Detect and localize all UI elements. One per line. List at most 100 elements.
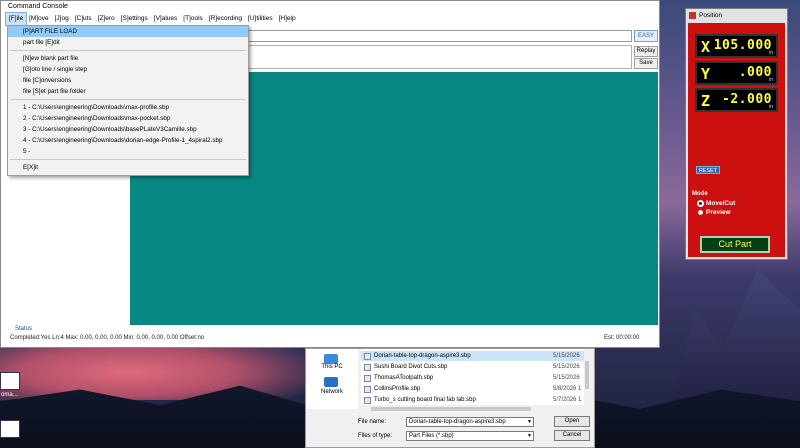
- dialog-nav-pane: This PC Network: [306, 349, 358, 409]
- file-icon: [364, 364, 371, 371]
- axis-unit: in: [769, 50, 773, 56]
- desktop-file-icon-2[interactable]: [0, 420, 20, 438]
- axis-label: X: [701, 38, 711, 56]
- file-name: Turbo_s cutting board final fab lab.sbp: [374, 397, 476, 403]
- file-list-hscroll[interactable]: [361, 406, 589, 412]
- mode-label: Mode: [692, 191, 708, 197]
- file-row[interactable]: Dorian-table-top-dragon-aspire3.sbp 5/15…: [361, 351, 589, 361]
- menu-tools[interactable]: [T]ools: [180, 13, 206, 25]
- menu-item-recent-4[interactable]: 4 - C:\Users\engineering\Downloads\doria…: [8, 135, 248, 146]
- menu-zero[interactable]: [Z]ero: [95, 13, 118, 25]
- file-icon: [364, 386, 371, 393]
- axis-label: Z: [701, 92, 711, 110]
- menu-file[interactable]: [F]ile: [4, 12, 28, 26]
- axis-value: .000: [738, 65, 772, 80]
- file-name-label: File name:: [358, 419, 387, 425]
- menu-item-file-conversions[interactable]: file [C]onversions: [8, 75, 248, 86]
- position-window: Position X 105.000 in Y .000 in Z -2.000…: [685, 8, 788, 260]
- replay-button[interactable]: Replay: [634, 46, 658, 57]
- easy-button[interactable]: EASY: [634, 30, 658, 42]
- menu-item-recent-5[interactable]: 5 -: [8, 146, 248, 157]
- mode-radio-preview[interactable]: Preview: [698, 209, 731, 216]
- file-icon: [364, 353, 371, 360]
- chevron-down-icon[interactable]: ▼: [527, 418, 532, 426]
- menu-values[interactable]: [V]alues: [151, 13, 181, 25]
- file-row[interactable]: ThomasAToolpath.sbp 5/15/2026: [361, 373, 589, 383]
- open-file-dialog: This PC Network Dorian-table-top-dragon-…: [305, 348, 595, 448]
- menu-item-exit[interactable]: E[X]it: [8, 162, 248, 173]
- menu-item-new-blank[interactable]: [N]ew blank part file: [8, 53, 248, 64]
- axis-unit: in: [769, 77, 773, 83]
- desktop-file-icon[interactable]: [0, 372, 20, 390]
- menu-item-part-file-load[interactable]: [P]ART FILE LOAD: [8, 26, 248, 37]
- file-row[interactable]: Sushi Board Divot Cuts.sbp 5/15/2026: [361, 362, 589, 372]
- position-title-bar[interactable]: Position: [686, 9, 787, 21]
- file-date: 5/8/2026 1: [553, 386, 582, 392]
- file-list-vscroll[interactable]: [584, 349, 590, 405]
- file-name: CollinsProfile.sbp: [374, 386, 421, 392]
- menu-item-set-folder[interactable]: file [S]et part file folder: [8, 86, 248, 97]
- menu-item-goto-line[interactable]: [G]oto line / single step: [8, 64, 248, 75]
- command-input[interactable]: [248, 30, 632, 42]
- y-readout[interactable]: Y .000 in: [695, 61, 778, 85]
- nav-network[interactable]: Network: [306, 389, 358, 395]
- estimate-time: Est: 00:00:00: [604, 335, 640, 341]
- menu-separator: [10, 50, 246, 51]
- menu-help[interactable]: [H]elp: [276, 13, 299, 25]
- menu-jog[interactable]: [J]og: [52, 13, 72, 25]
- file-name: Sushi Board Divot Cuts.sbp: [374, 364, 448, 370]
- file-icon: [364, 397, 371, 404]
- app-icon: [689, 11, 696, 19]
- menu-item-recent-3[interactable]: 3 - C:\Users\engineering\Downloads\baseP…: [8, 124, 248, 135]
- file-list: Dorian-table-top-dragon-aspire3.sbp 5/15…: [361, 349, 589, 405]
- command-console-window: Command Console [F]ile [M]ove [J]og [C]u…: [0, 0, 660, 348]
- cut-part-button[interactable]: Cut Part: [700, 236, 770, 253]
- file-name-field[interactable]: Dorian-table-top-dragon-aspire3.sbp ▼: [406, 417, 534, 427]
- scroll-thumb[interactable]: [585, 361, 589, 389]
- network-icon[interactable]: [324, 377, 338, 387]
- menu-separator: [10, 99, 246, 100]
- menu-cuts[interactable]: [C]uts: [72, 13, 95, 25]
- mode-option-label: Preview: [706, 209, 731, 216]
- file-icon: [364, 375, 371, 382]
- nav-this-pc[interactable]: This PC: [306, 364, 358, 370]
- menu-item-recent-2[interactable]: 2 - C:\Users\engineering\Downloads\max-p…: [8, 113, 248, 124]
- file-name: Dorian-table-top-dragon-aspire3.sbp: [374, 353, 471, 359]
- status-line: Completed:Yes Ln:4 Max: 0.00, 0.00, 0.00…: [10, 335, 205, 341]
- radio-selected-icon: [698, 201, 703, 206]
- menu-move[interactable]: [M]ove: [26, 13, 52, 25]
- open-button[interactable]: Open: [554, 416, 590, 427]
- file-date: 5/15/2026: [553, 364, 580, 370]
- file-row[interactable]: Turbo_s cutting board final fab lab.sbp …: [361, 395, 589, 405]
- command-log: [248, 45, 632, 69]
- menu-separator: [10, 159, 246, 160]
- position-panel: X 105.000 in Y .000 in Z -2.000 in RESET…: [688, 23, 785, 257]
- file-type-value: Part Files (*.sbp): [409, 433, 454, 439]
- menu-utilities[interactable]: [U]tilities: [245, 13, 276, 25]
- status-label: Status: [15, 326, 33, 332]
- chevron-down-icon[interactable]: ▼: [527, 432, 532, 440]
- position-title: Position: [699, 11, 723, 19]
- x-readout[interactable]: X 105.000 in: [695, 34, 778, 58]
- z-readout[interactable]: Z -2.000 in: [695, 88, 778, 112]
- menu-item-recent-1[interactable]: 1 - C:\Users\engineering\Downloads\max-p…: [8, 102, 248, 113]
- window-title: Command Console: [1, 1, 659, 13]
- file-menu-dropdown: [P]ART FILE LOAD part file [E]dit [N]ew …: [7, 25, 249, 176]
- reset-button[interactable]: RESET: [696, 166, 720, 174]
- mode-radio-move-cut[interactable]: Move/Cut: [698, 200, 735, 207]
- file-date: 5/15/2026: [553, 353, 580, 359]
- file-type-select[interactable]: Part Files (*.sbp) ▼: [406, 431, 534, 441]
- save-button[interactable]: Save: [634, 58, 658, 69]
- file-row[interactable]: CollinsProfile.sbp 5/8/2026 1: [361, 384, 589, 394]
- this-pc-icon[interactable]: [324, 354, 338, 364]
- menu-recording[interactable]: [R]ecording: [206, 13, 245, 25]
- radio-unselected-icon: [698, 210, 703, 215]
- axis-value: 105.000: [713, 38, 772, 53]
- cancel-button[interactable]: Cancel: [554, 430, 590, 441]
- file-date: 5/7/2026 1: [553, 397, 582, 403]
- menu-settings[interactable]: [S]ettings: [118, 13, 151, 25]
- file-date: 5/15/2026: [553, 375, 580, 381]
- scroll-thumb[interactable]: [371, 407, 531, 411]
- file-name-value: Dorian-table-top-dragon-aspire3.sbp: [409, 419, 506, 425]
- menu-item-part-file-edit[interactable]: part file [E]dit: [8, 37, 248, 48]
